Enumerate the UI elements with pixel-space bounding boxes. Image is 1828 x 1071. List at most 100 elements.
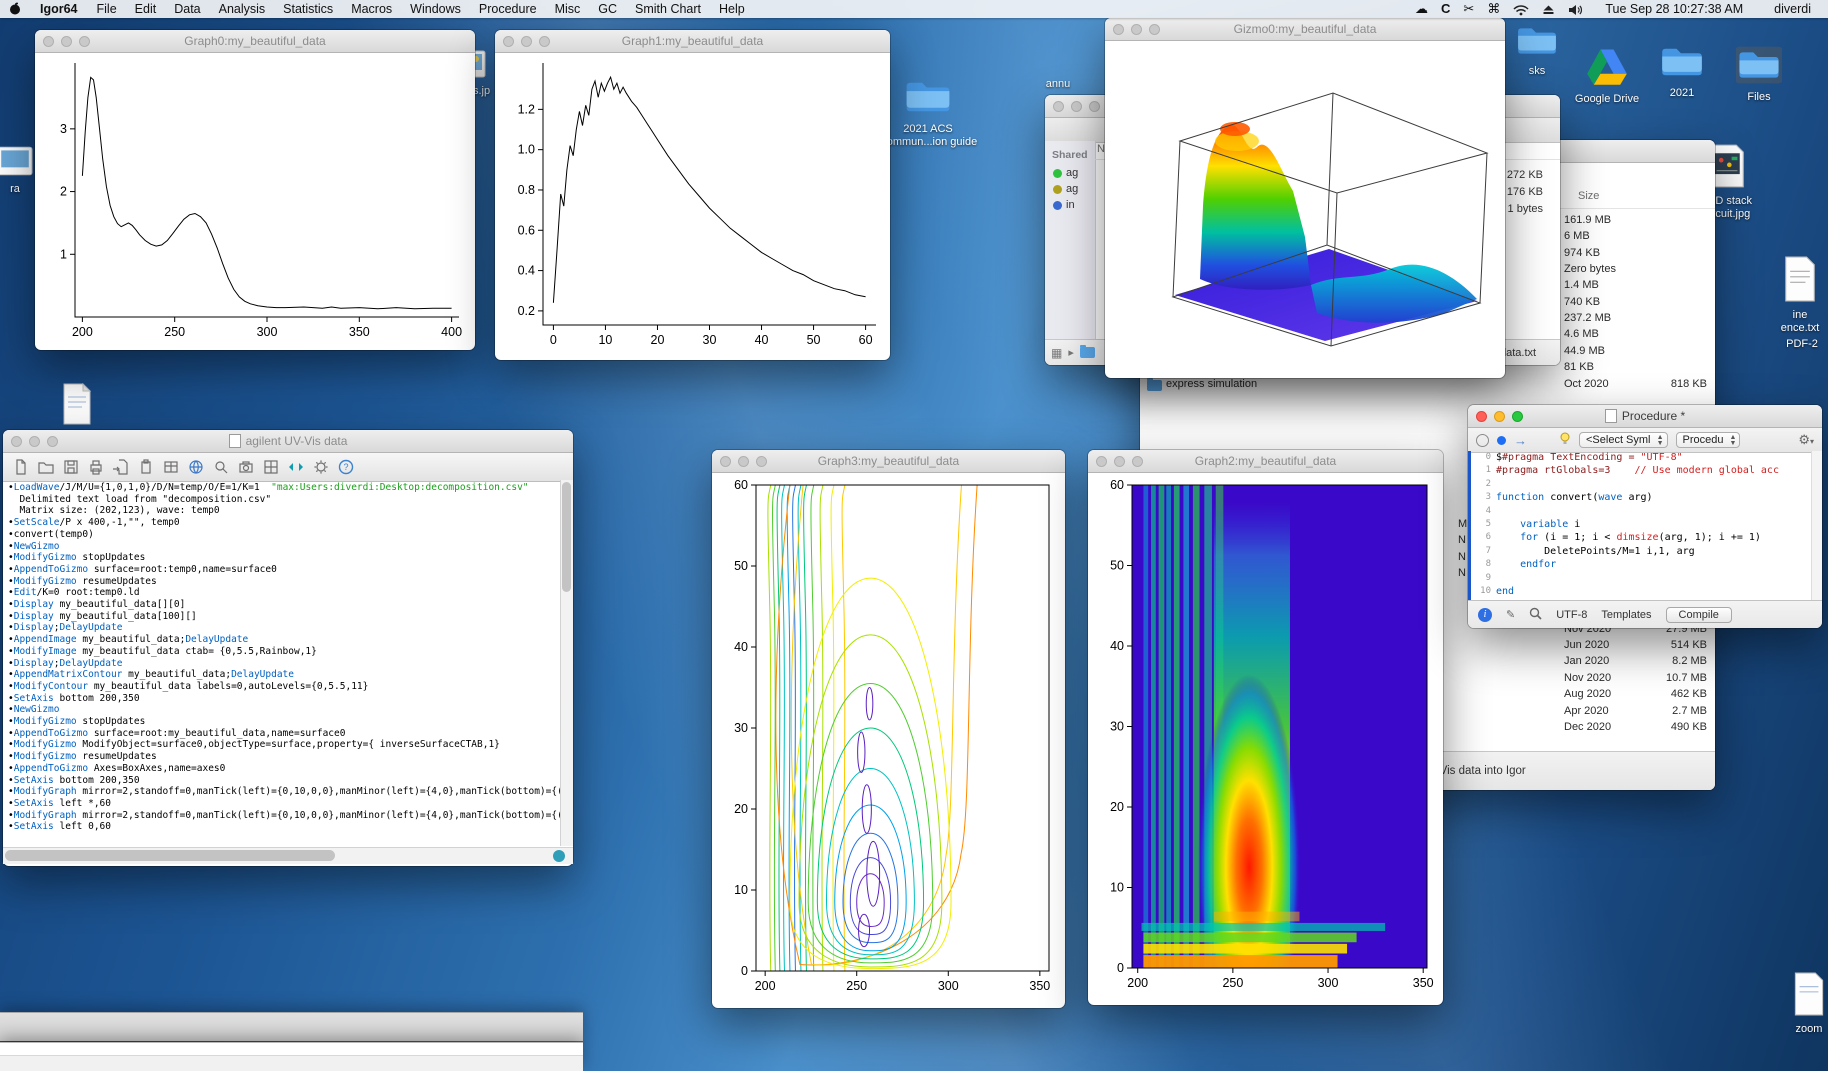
minimize-button[interactable]	[61, 36, 72, 47]
window-controls[interactable]	[1113, 24, 1160, 35]
zoom-button[interactable]	[1132, 456, 1143, 467]
desktop-icon-google-drive[interactable]: Google Drive	[1570, 46, 1644, 106]
close-button[interactable]	[11, 436, 22, 447]
window-controls[interactable]	[43, 36, 90, 47]
export-graphics-icon[interactable]	[111, 458, 131, 476]
settings-gear-icon[interactable]	[311, 458, 331, 476]
titlebar[interactable]: Graph2:my_beautiful_data	[1088, 450, 1443, 473]
navigation-icon[interactable]	[286, 458, 306, 476]
menu-user[interactable]: diverdi	[1765, 2, 1820, 16]
menu-item-gc[interactable]: GC	[589, 2, 626, 16]
menu-item-windows[interactable]: Windows	[401, 2, 470, 16]
scissors-icon[interactable]: ✂	[1463, 0, 1474, 18]
menu-item-data[interactable]: Data	[165, 2, 209, 16]
sidebar-shared-device[interactable]: ag	[1045, 165, 1095, 181]
zoom-button[interactable]	[539, 36, 550, 47]
icloud-icon[interactable]: ☁	[1415, 0, 1428, 18]
size-column-header[interactable]: Size	[1578, 190, 1599, 202]
scrollbar-thumb[interactable]	[5, 850, 335, 861]
eject-icon[interactable]	[1542, 0, 1555, 18]
print-icon[interactable]	[86, 458, 106, 476]
window-controls[interactable]	[503, 36, 550, 47]
close-button[interactable]	[720, 456, 731, 467]
close-button[interactable]	[1096, 456, 1107, 467]
search-icon[interactable]	[1529, 607, 1542, 623]
close-button[interactable]	[1476, 411, 1487, 422]
scroll-indicator[interactable]	[553, 850, 565, 862]
desktop-icon-fragment[interactable]: annu	[1028, 76, 1088, 91]
menu-clock[interactable]: Tue Sep 28 10:27:38 AM	[1596, 2, 1752, 16]
vertical-scrollbar[interactable]	[560, 480, 573, 846]
data-browser-icon[interactable]	[186, 458, 206, 476]
titlebar[interactable]: Gizmo0:my_beautiful_data	[1105, 18, 1505, 41]
background-window-strip[interactable]	[0, 1042, 583, 1071]
procedure-select[interactable]: Procedu▲▼	[1676, 432, 1741, 448]
window-controls[interactable]	[11, 436, 58, 447]
info-icon[interactable]: i	[1478, 608, 1492, 622]
menu-item-statistics[interactable]: Statistics	[274, 2, 342, 16]
menu-item-edit[interactable]: Edit	[126, 2, 166, 16]
menu-item-smith-chart[interactable]: Smith Chart	[626, 2, 710, 16]
new-table-icon[interactable]	[161, 458, 181, 476]
minimize-button[interactable]	[1131, 24, 1142, 35]
menu-item-analysis[interactable]: Analysis	[210, 2, 275, 16]
minimize-button[interactable]	[738, 456, 749, 467]
compile-button[interactable]: Compile	[1666, 607, 1732, 623]
find-icon[interactable]	[211, 458, 231, 476]
breadcrumb[interactable]: data.txt	[1500, 347, 1536, 359]
encoding-label[interactable]: UTF-8	[1556, 609, 1587, 621]
save-icon[interactable]	[61, 458, 81, 476]
copy-clipboard-icon[interactable]	[136, 458, 156, 476]
menu-item-file[interactable]: File	[88, 2, 126, 16]
new-document-icon[interactable]	[11, 458, 31, 476]
app-menu[interactable]: Igor64	[30, 2, 88, 16]
vertical-scrollbar[interactable]	[1811, 451, 1822, 601]
horizontal-scrollbar[interactable]	[3, 847, 573, 864]
radio-marker-icon[interactable]	[1476, 434, 1489, 447]
menu-item-macros[interactable]: Macros	[342, 2, 401, 16]
minimize-button[interactable]	[1071, 101, 1082, 112]
zoom-button[interactable]	[756, 456, 767, 467]
window-controls[interactable]	[1053, 101, 1100, 112]
desktop-icon-folder[interactable]: 2021 ACS Commun...ion guide	[878, 78, 978, 149]
menu-item-procedure[interactable]: Procedure	[470, 2, 546, 16]
minimize-button[interactable]	[521, 36, 532, 47]
help-icon[interactable]: ?	[336, 458, 356, 476]
command-history[interactable]: •LoadWave/J/M/U={1,0,1,0}/D/N=temp/O/E=1…	[3, 480, 561, 846]
window-controls[interactable]	[1096, 456, 1143, 467]
window-controls[interactable]	[1476, 411, 1523, 422]
menu-item-misc[interactable]: Misc	[546, 2, 590, 16]
code-editor[interactable]: 012345678910 $#pragma TextEncoding = "UT…	[1468, 451, 1812, 601]
minimize-button[interactable]	[1494, 411, 1505, 422]
desktop-icon-document[interactable]	[40, 383, 114, 432]
sidebar-shared-device[interactable]: in	[1045, 197, 1095, 213]
desktop-icon-folder[interactable]: sks	[1500, 24, 1574, 78]
zoom-button[interactable]	[79, 36, 90, 47]
menu-item-help[interactable]: Help	[710, 2, 754, 16]
open-file-icon[interactable]	[36, 458, 56, 476]
forward-arrow-icon[interactable]: →	[1514, 433, 1527, 448]
close-button[interactable]	[503, 36, 514, 47]
zoom-button[interactable]	[1089, 101, 1100, 112]
desktop-icon-fragment[interactable]: PDF-2	[1778, 336, 1826, 351]
bookmark-dot-icon[interactable]	[1497, 436, 1506, 445]
desktop-icon-folder-selected[interactable]: Files	[1722, 46, 1796, 104]
close-button[interactable]	[1053, 101, 1064, 112]
apple-menu[interactable]	[0, 2, 30, 16]
background-window-strip[interactable]	[0, 1012, 583, 1041]
wifi-icon[interactable]	[1513, 0, 1529, 18]
cleaner-icon[interactable]: C	[1441, 0, 1450, 18]
titlebar[interactable]: Procedure *	[1468, 405, 1822, 428]
page-layout-icon[interactable]	[261, 458, 281, 476]
titlebar[interactable]: Graph0:my_beautiful_data	[35, 30, 475, 53]
zoom-button[interactable]	[1512, 411, 1523, 422]
tip-lightbulb-icon[interactable]	[1559, 432, 1571, 449]
desktop-icon-folder[interactable]: 2021	[1645, 44, 1719, 100]
zoom-button[interactable]	[47, 436, 58, 447]
symbol-select[interactable]: <Select Syml▲▼	[1579, 432, 1668, 448]
gear-icon[interactable]: ⚙▾	[1798, 432, 1814, 448]
scrollbar-thumb[interactable]	[562, 482, 571, 592]
titlebar[interactable]: Graph1:my_beautiful_data	[495, 30, 890, 53]
zoom-button[interactable]	[1149, 24, 1160, 35]
volume-icon[interactable]	[1568, 0, 1583, 18]
